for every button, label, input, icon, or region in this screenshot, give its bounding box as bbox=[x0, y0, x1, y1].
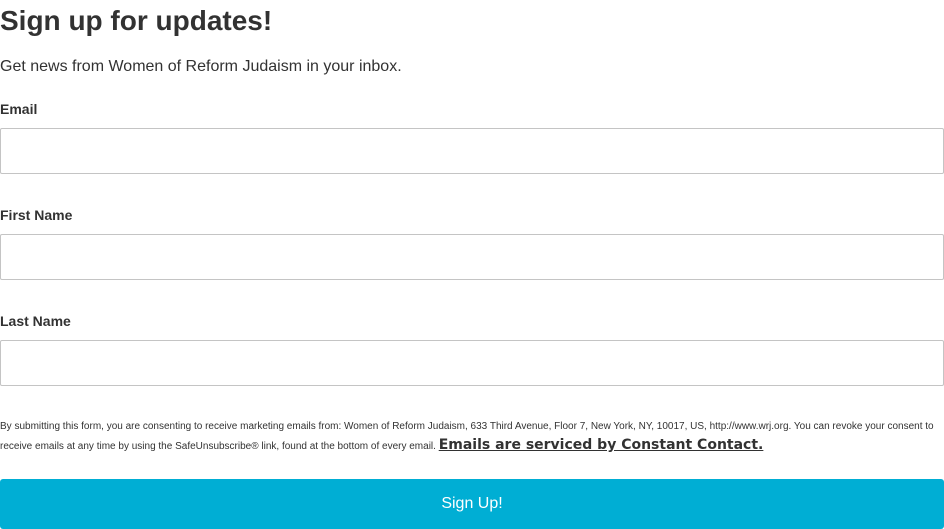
form-title: Sign up for updates! bbox=[0, 5, 273, 36]
first-name-input[interactable] bbox=[0, 234, 944, 280]
last-name-input[interactable] bbox=[0, 340, 944, 386]
form-subtitle: Get news from Women of Reform Judaism in… bbox=[0, 58, 402, 75]
email-input[interactable] bbox=[0, 128, 944, 174]
consent-disclaimer: By submitting this form, you are consent… bbox=[0, 418, 944, 456]
email-label: Email bbox=[0, 101, 38, 117]
constant-contact-link[interactable]: Emails are serviced by Constant Contact. bbox=[439, 437, 764, 453]
signup-form: Sign up for updates! Get news from Women… bbox=[0, 0, 944, 529]
last-name-label: Last Name bbox=[0, 313, 71, 329]
sign-up-button[interactable]: Sign Up! bbox=[0, 479, 944, 529]
first-name-label: First Name bbox=[0, 207, 73, 223]
